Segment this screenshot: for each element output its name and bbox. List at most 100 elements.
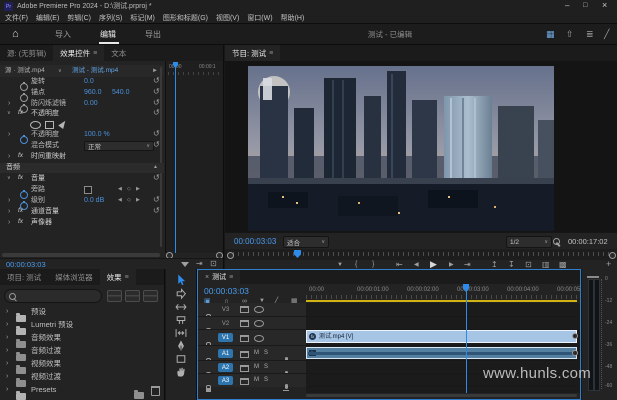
quick-export-icon[interactable]: ⇧ [566,30,574,39]
prev-keyframe-icon[interactable]: ◀ [118,198,122,203]
prop-value[interactable]: 0.0 dB [84,197,104,204]
reset-icon[interactable]: ↺ [153,109,160,117]
video-clip[interactable]: fx 测试.mp4 [V] [306,330,577,343]
expander-icon[interactable]: › [8,208,10,215]
bit-depth-badge[interactable] [125,290,140,302]
clip-handle[interactable] [572,333,578,339]
expander-icon[interactable]: › [6,373,8,380]
clip-handle[interactable] [572,350,578,356]
panel-menu-icon[interactable]: ≡ [229,274,233,281]
scrub-handle-left[interactable] [227,252,234,259]
slip-tool[interactable] [175,327,187,339]
tab-effects[interactable]: 效果≡ [100,269,136,285]
ripple-edit-tool[interactable] [175,301,187,313]
expander-icon[interactable]: › [8,153,10,160]
reset-icon[interactable]: ↺ [153,88,160,96]
maximize-button[interactable]: □ [583,2,587,9]
reset-icon[interactable]: ↺ [153,130,160,138]
timeline-timecode[interactable]: 00:00:03:03 [204,287,249,296]
new-bin-button[interactable] [134,386,144,400]
track-target-v3[interactable]: V3 [218,305,233,314]
expander-icon[interactable]: › [8,131,10,138]
expander-icon[interactable]: ∨ [7,176,11,181]
expander-icon[interactable]: › [8,197,10,204]
fx-badge-icon[interactable]: fx [18,219,23,226]
menu-graphics[interactable]: 图形和标题(G) [163,15,208,22]
folder-row[interactable]: › Lumetri 预设 [0,319,165,331]
comparison-view-icon[interactable]: ▥ [542,261,550,269]
accelerated-effects-badge[interactable] [107,290,122,302]
rectangle-tool[interactable] [175,353,187,365]
close-tab-icon[interactable]: × [205,274,209,281]
menu-view[interactable]: 视图(V) [216,15,239,22]
tab-sequence[interactable]: × 测试 ≡ [198,270,240,284]
menu-markers[interactable]: 标记(M) [130,15,155,22]
source-clip-label[interactable]: 源 · 测试.mp4 [5,68,45,75]
selected-clip-name[interactable]: 测试 - 测试.mp4 [72,68,118,75]
mark-out-icon[interactable]: } [372,261,374,268]
menu-help[interactable]: 帮助(H) [281,15,305,22]
playback-resolution-dropdown[interactable]: 1/2∨ [506,236,552,248]
tab-effect-controls[interactable]: 效果控件≡ [53,45,104,61]
track-lock-icon[interactable] [206,388,211,392]
expander-icon[interactable]: › [6,386,8,393]
program-timecode[interactable]: 00:00:03:03 [234,238,276,246]
reset-icon[interactable]: ↺ [153,174,160,182]
voiceover-mic-icon[interactable] [285,384,288,389]
expander-icon[interactable]: › [6,334,8,341]
program-playhead[interactable] [294,250,301,258]
add-marker-icon[interactable]: ▼ [337,262,343,268]
folder-row[interactable]: › 视频过渡 [0,371,165,383]
reset-icon[interactable]: ↺ [153,207,160,215]
sync-lock-icon[interactable] [240,351,249,358]
goto-out-icon[interactable]: ⇥ [464,261,471,269]
zoom-fit-dropdown[interactable]: 适合∨ [283,236,329,248]
effects-search-input[interactable] [4,289,102,303]
delete-button[interactable] [151,386,160,396]
reset-icon[interactable]: ↺ [153,99,160,107]
panel-menu-icon[interactable]: ≡ [269,50,273,57]
timeline-horizontal-scrollbar[interactable] [306,394,577,397]
solo-button[interactable]: S [264,377,268,383]
blend-mode-dropdown[interactable]: 正常∨ [84,141,154,151]
expander-icon[interactable]: › [6,308,8,315]
panel-menu-icon[interactable]: ≡ [125,274,129,281]
reset-icon[interactable]: ↺ [153,196,160,204]
track-target-v2[interactable]: V2 [218,319,233,328]
expander-icon[interactable]: ∨ [7,111,11,116]
goto-in-icon[interactable]: ⇤ [396,261,403,269]
bypass-checkbox[interactable] [84,186,92,194]
tab-media-browser[interactable]: 媒体浏览器 [48,269,100,285]
track-visibility-icon[interactable] [254,320,264,327]
reset-icon[interactable]: ↺ [153,77,160,85]
folder-row[interactable]: › 视频效果 [0,358,165,370]
expander-icon[interactable]: › [8,100,10,107]
nav-import[interactable]: 导入 [55,31,71,39]
timeline-playhead-line[interactable] [466,291,467,393]
menu-edit[interactable]: 编辑(E) [36,15,59,22]
source-clip-caret-icon[interactable]: ∨ [58,69,62,74]
settings-wrench-icon[interactable] [553,238,560,245]
solo-button[interactable]: S [264,350,268,356]
prop-value-y[interactable]: 540.0 [112,89,130,96]
step-back-icon[interactable]: ◀ [414,262,419,268]
selection-tool[interactable] [175,274,187,286]
expander-icon[interactable]: › [8,219,10,226]
fx-badge-icon[interactable]: fx [18,110,23,117]
pen-mask-icon[interactable] [58,119,68,129]
prop-value[interactable]: 100.0 % [84,131,110,138]
track-target-a1[interactable]: A1 [218,349,233,358]
prop-value-x[interactable]: 960.0 [84,89,102,96]
razor-tool[interactable] [175,314,187,326]
fx-badge-icon[interactable]: fx [18,175,23,182]
tab-text[interactable]: 文本 [104,45,133,61]
sync-lock-icon[interactable] [240,306,249,313]
filter-properties-icon[interactable] [181,262,189,267]
track-target-a3[interactable]: A3 [218,376,233,385]
mark-in-icon[interactable]: { [355,261,357,268]
tab-project[interactable]: 项目: 测试 [0,269,48,285]
menu-clip[interactable]: 剪辑(C) [67,15,91,22]
multicam-view-icon[interactable]: ▩ [559,261,567,269]
mute-button[interactable]: M [254,350,259,356]
hand-tool[interactable] [175,366,187,378]
